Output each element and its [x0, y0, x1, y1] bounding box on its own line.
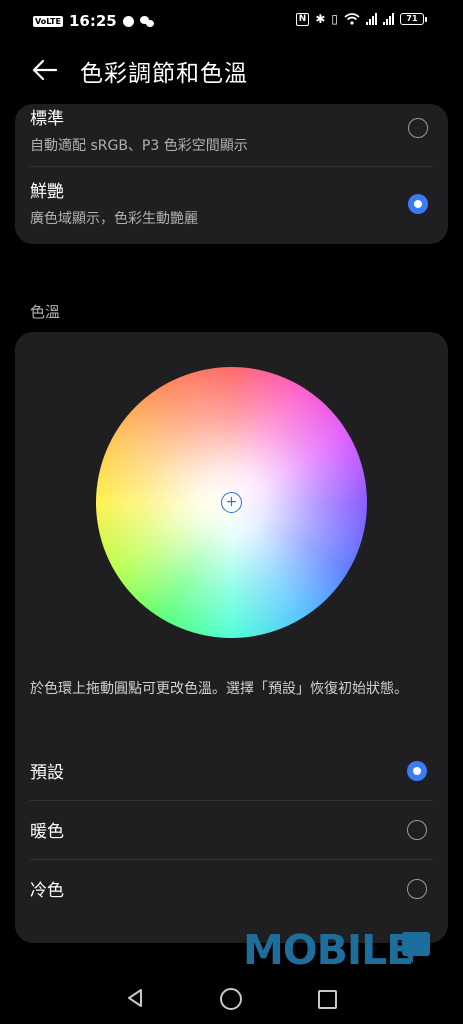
navigation-bar — [0, 978, 463, 1024]
radio-default[interactable] — [407, 761, 427, 781]
nav-home-icon[interactable] — [220, 988, 242, 1010]
option-title: 標準 — [30, 109, 64, 129]
preset-warm[interactable]: 暖色 — [15, 801, 448, 859]
screen: VoLTE 16:25 N ✱ ▯ 71 色彩調節和色溫 標準 自動適配 sRG… — [0, 0, 463, 1024]
option-title: 鮮艷 — [30, 182, 64, 202]
watermark-logo: MOBILE — [243, 926, 414, 974]
signal-sim1-icon — [366, 13, 377, 25]
battery-icon: 71 — [400, 13, 427, 25]
nav-recents-icon[interactable] — [318, 990, 337, 1009]
status-bar-right: N ✱ ▯ 71 — [295, 12, 427, 26]
color-mode-option-vivid[interactable]: 鮮艷 廣色域顯示，色彩生動艷麗 — [15, 167, 448, 244]
nav-back-icon[interactable] — [125, 988, 145, 1008]
vibrate-icon: ▯ — [331, 12, 338, 26]
wechat-notification-icon — [139, 15, 154, 27]
option-subtitle: 廣色域顯示，色彩生動艷麗 — [30, 211, 198, 227]
nfc-icon: N — [295, 12, 310, 26]
color-wheel[interactable]: + — [96, 367, 367, 638]
color-wheel-handle[interactable]: + — [221, 492, 242, 513]
option-subtitle: 自動適配 sRGB、P3 色彩空間顯示 — [30, 138, 248, 154]
watermark-bubble-icon — [402, 932, 430, 963]
preset-default[interactable]: 預設 — [15, 742, 448, 800]
radio-standard[interactable] — [408, 118, 428, 138]
status-bar-left: VoLTE 16:25 — [33, 12, 154, 30]
battery-level: 71 — [400, 13, 424, 25]
back-arrow-icon[interactable] — [30, 56, 58, 84]
radio-vivid[interactable] — [408, 194, 428, 214]
radio-warm[interactable] — [407, 820, 427, 840]
preset-label: 預設 — [30, 763, 64, 783]
color-mode-card: 標準 自動適配 sRGB、P3 色彩空間顯示 鮮艷 廣色域顯示，色彩生動艷麗 — [15, 104, 448, 244]
color-temp-description: 於色環上拖動圓點可更改色溫。選擇「預設」恢復初始狀態。 — [30, 681, 408, 697]
volte-icon: VoLTE — [33, 15, 63, 27]
message-notification-icon — [122, 15, 134, 27]
signal-sim2-icon — [383, 13, 394, 25]
section-label-color-temp: 色溫 — [30, 303, 61, 321]
preset-label: 冷色 — [30, 881, 64, 901]
radio-cool[interactable] — [407, 879, 427, 899]
status-time: 16:25 — [68, 12, 117, 30]
preset-cool[interactable]: 冷色 — [15, 860, 448, 918]
app-header: 色彩調節和色溫 — [0, 50, 463, 92]
bluetooth-icon: ✱ — [315, 12, 326, 26]
wifi-icon — [344, 13, 360, 25]
color-mode-option-standard[interactable]: 標準 自動適配 sRGB、P3 色彩空間顯示 — [15, 104, 448, 166]
status-bar: VoLTE 16:25 N ✱ ▯ 71 — [0, 0, 463, 42]
color-temp-card: + 於色環上拖動圓點可更改色溫。選擇「預設」恢復初始狀態。 預設 暖色 冷色 — [15, 332, 448, 943]
page-title: 色彩調節和色溫 — [80, 61, 248, 87]
preset-label: 暖色 — [30, 822, 64, 842]
